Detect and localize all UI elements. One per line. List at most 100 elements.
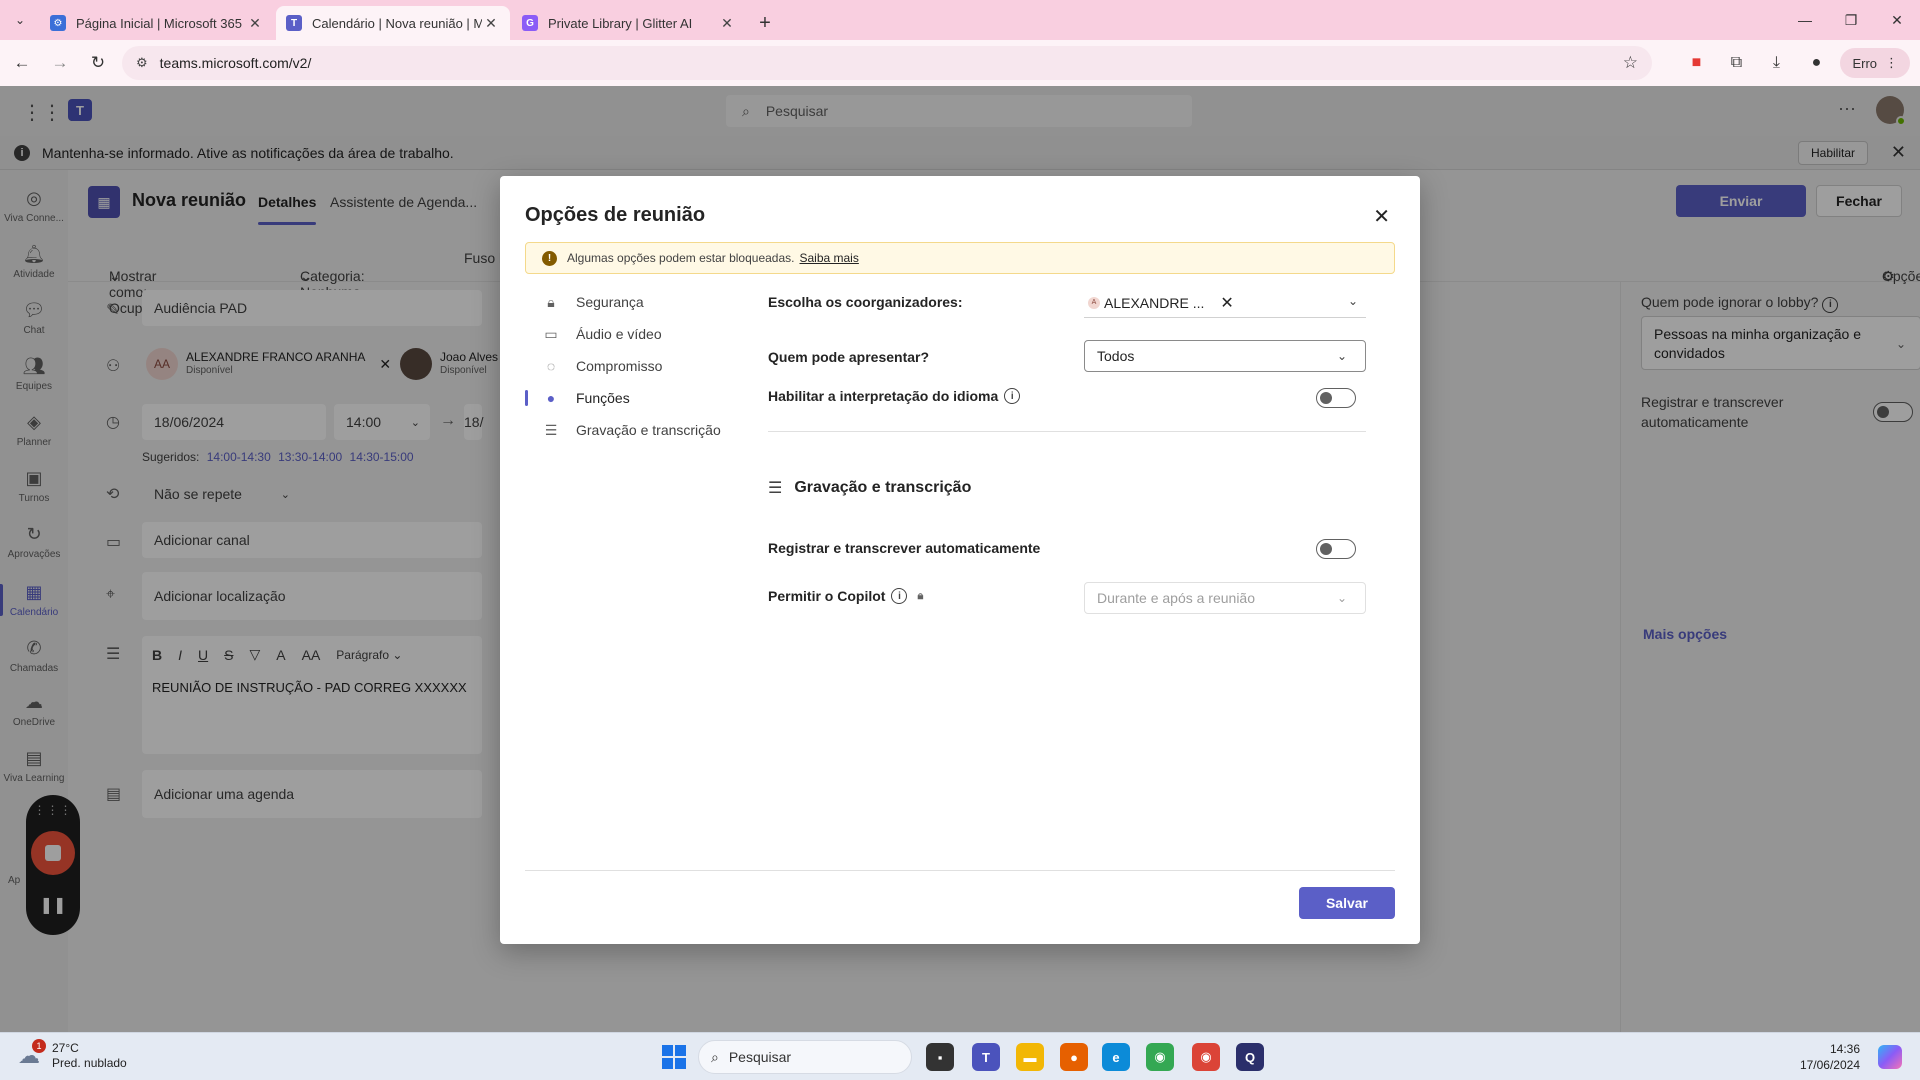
taskbar-search-placeholder: Pesquisar <box>728 1049 792 1065</box>
avatar: A <box>1088 296 1100 309</box>
list-icon: ☰ <box>768 480 783 497</box>
presenters-dropdown[interactable]: Todos ⌄ <box>1084 340 1366 372</box>
tab-title: Página Inicial | Microsoft 365 <box>76 15 242 31</box>
browser-extensions: ■ ⧉ ⤓ ● Erro ⋮ <box>1680 47 1910 79</box>
system-clock[interactable]: 14:36 17/06/2024 <box>1800 1041 1860 1073</box>
nav-label: Compromisso <box>576 358 663 374</box>
restore-icon[interactable]: ❐ <box>1828 0 1874 40</box>
tab-title: Private Library | Glitter AI <box>548 15 693 31</box>
coorganizers-picker[interactable]: A ALEXANDRE ... ✕ ⌄ <box>1084 288 1366 318</box>
browser-tab-microsoft365[interactable]: ⚙ Página Inicial | Microsoft 365 ✕ <box>40 6 274 40</box>
auto-record-toggle[interactable] <box>1316 539 1356 559</box>
info-icon[interactable]: i <box>891 588 908 604</box>
bookmark-star-icon[interactable]: ☆ <box>1623 53 1638 73</box>
firefox-icon[interactable]: ● <box>1060 1043 1088 1071</box>
chevron-down-icon[interactable]: ⌄ <box>1348 294 1358 308</box>
browser-tab-calendar[interactable]: T Calendário | Nova reunião | Mic ✕ <box>276 6 510 40</box>
weather-text: 27°C Pred. nublado <box>52 1041 127 1071</box>
interpretation-text: Habilitar a interpretação do idioma <box>768 388 999 404</box>
url-text: teams.microsoft.com/v2/ <box>159 55 312 71</box>
clock-time: 14:36 <box>1829 1042 1860 1056</box>
recording-section-title: ☰ Gravação e transcrição <box>768 478 971 498</box>
search-app-icon[interactable]: Q <box>1236 1043 1264 1071</box>
copilot-icon[interactable] <box>1878 1045 1902 1069</box>
profile-avatar-icon[interactable]: ● <box>1800 47 1832 79</box>
chrome-icon[interactable]: ◉ <box>1146 1043 1174 1071</box>
windows-taskbar: ☁ 1 27°C Pred. nublado ⌕ Pesquisar ▪ T ▬ ●… <box>0 1032 1920 1080</box>
reload-button[interactable]: ↻ <box>82 47 114 79</box>
task-view-icon[interactable]: ▪ <box>926 1043 954 1071</box>
notification-badge: 1 <box>32 1039 46 1053</box>
arrow-left-icon: ← <box>13 53 31 72</box>
save-button[interactable]: Salvar <box>1299 887 1395 919</box>
browser-tab-strip: ⌄ ⚙ Página Inicial | Microsoft 365 ✕ T C… <box>0 0 1920 40</box>
new-tab-button[interactable]: + <box>748 6 782 40</box>
close-tab-icon[interactable]: ✕ <box>482 15 500 32</box>
warning-banner: ! Algumas opções podem estar bloqueadas.… <box>525 242 1395 274</box>
divider <box>525 870 1395 871</box>
learn-more-link[interactable]: Saiba mais <box>799 251 858 265</box>
teams-favicon-icon: T <box>286 15 302 31</box>
nav-label: Segurança <box>576 294 644 310</box>
copilot-label: Permitir o Copilot i 🔒︎ <box>768 588 923 604</box>
warning-text: Algumas opções podem estar bloqueadas. <box>567 251 795 265</box>
interpretation-toggle[interactable] <box>1316 388 1356 408</box>
warning-icon: ! <box>542 250 557 266</box>
close-tab-icon[interactable]: ✕ <box>246 15 264 32</box>
cloud-icon: ☁ 1 <box>18 1039 46 1069</box>
glitter-favicon-icon: G <box>522 15 538 31</box>
close-icon[interactable]: ✕ <box>1373 204 1390 229</box>
chevron-down-icon: ⌄ <box>14 13 26 27</box>
nav-label: Gravação e transcrição <box>576 422 721 438</box>
kebab-menu-icon: ⋮ <box>1885 55 1898 70</box>
weather-widget[interactable]: ☁ 1 27°C Pred. nublado <box>18 1039 127 1071</box>
back-button[interactable]: ← <box>6 47 38 79</box>
nav-label: Funções <box>576 390 630 406</box>
chevron-down-icon: ⌄ <box>1336 591 1347 605</box>
close-tab-icon[interactable]: ✕ <box>718 15 736 32</box>
weather-desc: Pred. nublado <box>52 1056 127 1070</box>
list-icon: ☰ <box>544 421 558 438</box>
nav-item-recording[interactable]: ☰ Gravação e transcrição <box>525 416 725 444</box>
windows-start-icon[interactable] <box>662 1045 686 1069</box>
browser-tab-glitter[interactable]: G Private Library | Glitter AI ✕ <box>512 6 746 40</box>
tab-search-button[interactable]: ⌄ <box>0 0 40 40</box>
teams-app-icon[interactable]: T <box>972 1043 1000 1071</box>
record-extension-icon[interactable]: ■ <box>1680 47 1712 79</box>
extensions-puzzle-icon[interactable]: ⧉ <box>1720 47 1752 79</box>
profile-error-button[interactable]: Erro ⋮ <box>1840 48 1910 78</box>
nav-item-audio-video[interactable]: ▭ Áudio e vídeo <box>525 320 725 348</box>
coorganizers-label: Escolha os coorganizadores: <box>768 294 963 310</box>
clock-date: 17/06/2024 <box>1799 1058 1860 1072</box>
info-icon[interactable]: i <box>1004 388 1021 404</box>
remove-coorganizer-icon[interactable]: ✕ <box>1220 293 1233 313</box>
video-icon: ▭ <box>544 325 558 342</box>
nav-item-security[interactable]: 🔒︎ Segurança <box>525 288 725 316</box>
copilot-dropdown: Durante e após a reunião ⌄ <box>1084 582 1366 614</box>
nav-item-engagement[interactable]: ◌ Compromisso <box>525 352 725 380</box>
address-bar[interactable]: ⚙ teams.microsoft.com/v2/ ☆ <box>122 46 1652 80</box>
person-icon: ● <box>546 390 556 406</box>
meeting-options-dialog: Opções de reunião ✕ ! Algumas opções pod… <box>500 176 1420 944</box>
copilot-text: Permitir o Copilot <box>768 588 886 604</box>
close-window-icon[interactable]: ✕ <box>1874 0 1920 40</box>
file-explorer-icon[interactable]: ▬ <box>1016 1043 1044 1071</box>
dialog-title: Opções de reunião <box>525 204 706 226</box>
copilot-value: Durante e após a reunião <box>1097 590 1255 606</box>
forward-button[interactable]: → <box>44 47 76 79</box>
nav-item-roles[interactable]: ● Funções <box>525 384 725 412</box>
minimize-icon[interactable]: — <box>1782 0 1828 40</box>
reload-icon: ↻ <box>90 53 106 72</box>
search-icon: ⌕ <box>711 1048 719 1065</box>
nav-label: Áudio e vídeo <box>576 326 662 342</box>
presenters-label: Quem pode apresentar? <box>768 349 930 365</box>
site-info-icon[interactable]: ⚙ <box>136 55 148 71</box>
presenters-value: Todos <box>1097 348 1135 364</box>
microsoft365-favicon-icon: ⚙ <box>50 15 66 31</box>
download-icon[interactable]: ⤓ <box>1760 47 1792 79</box>
interpretation-label: Habilitar a interpretação do idioma i <box>768 388 1021 404</box>
taskbar-search[interactable]: ⌕ Pesquisar <box>698 1040 912 1074</box>
edge-icon[interactable]: e <box>1102 1043 1130 1071</box>
chrome-profile-icon[interactable]: ◉ <box>1192 1043 1220 1071</box>
arrow-right-icon: → <box>51 53 69 72</box>
